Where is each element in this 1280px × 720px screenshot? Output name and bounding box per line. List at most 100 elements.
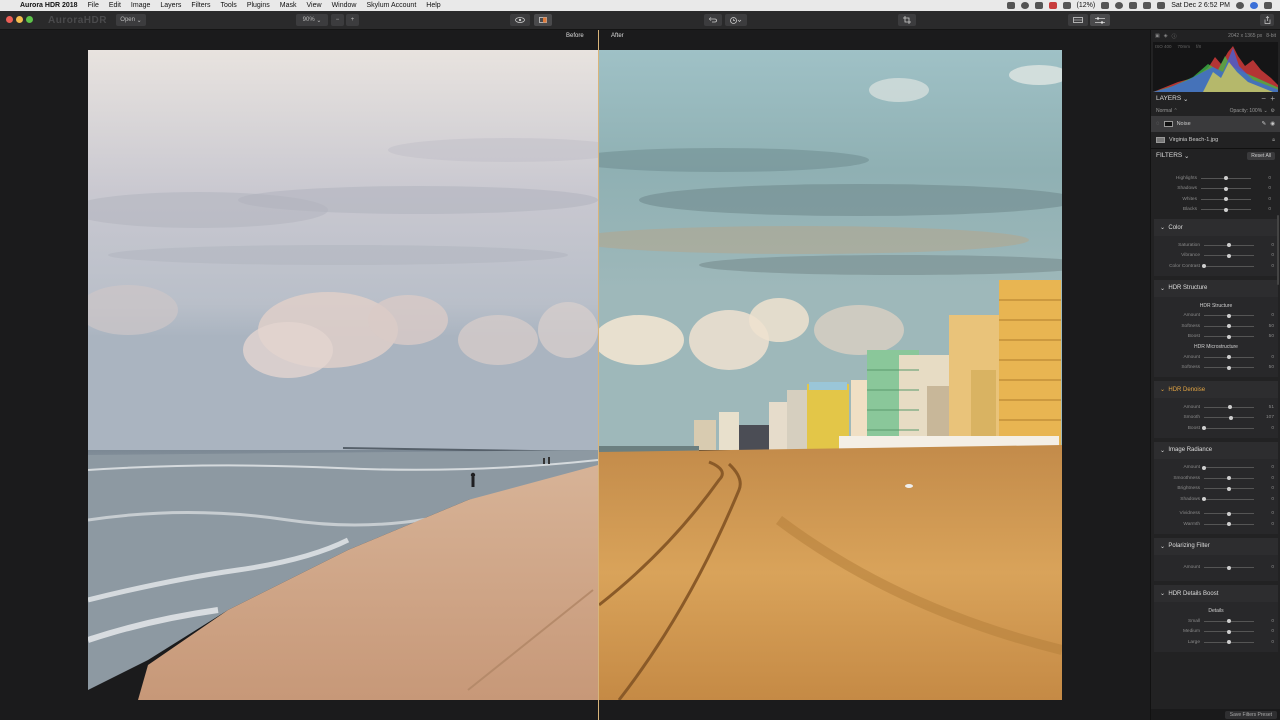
zoom-window-icon[interactable] [26, 16, 33, 23]
slider-track[interactable] [1204, 522, 1254, 527]
opacity-control[interactable]: Opacity: 100% ⌄ ⚙ [1230, 108, 1275, 114]
slider-value[interactable]: 0 [1254, 522, 1276, 527]
zoom-in-button[interactable]: + [346, 14, 359, 26]
menu-help[interactable]: Help [426, 2, 440, 9]
zoom-out-button[interactable]: − [331, 14, 344, 26]
menubar-clock[interactable]: Sat Dec 2 6:52 PM [1171, 2, 1230, 9]
slider-knob[interactable] [1224, 207, 1228, 212]
close-window-icon[interactable] [6, 16, 13, 23]
share-button[interactable] [1260, 14, 1274, 26]
remove-layer-icon[interactable]: − [1261, 94, 1266, 103]
slider-value[interactable]: 0 [1254, 465, 1276, 470]
menu-layers[interactable]: Layers [160, 2, 181, 9]
filter-polarizing-header[interactable]: ⌄ Polarizing Filter [1154, 537, 1278, 555]
slider-knob[interactable] [1227, 365, 1231, 370]
slider-track[interactable] [1204, 565, 1254, 570]
slider-value[interactable]: 0 [1254, 486, 1276, 491]
slider-value[interactable]: 0 [1254, 565, 1276, 570]
filter-hdr-details-boost-header[interactable]: ⌄ HDR Details Boost [1154, 585, 1278, 602]
slider-knob[interactable] [1227, 619, 1231, 624]
slider-track[interactable] [1204, 313, 1254, 318]
slider-value[interactable]: 0 [1254, 355, 1276, 360]
slider-track[interactable] [1204, 405, 1254, 410]
tray-sync-icon[interactable] [1020, 2, 1029, 9]
compare-button[interactable] [534, 14, 552, 26]
slider-track[interactable] [1204, 629, 1254, 634]
menu-file[interactable]: File [88, 2, 99, 9]
filter-image-radiance-header[interactable]: ⌄ Image Radiance [1154, 441, 1278, 459]
slider-knob[interactable] [1202, 497, 1206, 502]
slider-knob[interactable] [1227, 253, 1231, 258]
tray-bluetooth-icon[interactable] [1115, 2, 1124, 9]
slider-value[interactable]: 0 [1254, 313, 1276, 318]
slider-value[interactable]: 0 [1254, 511, 1276, 516]
brush-icon[interactable]: ✎ [1262, 121, 1267, 127]
siri-icon[interactable] [1250, 2, 1258, 9]
eye-icon[interactable]: ◉ [1270, 121, 1275, 127]
history-button[interactable] [725, 14, 747, 26]
slider-knob[interactable] [1227, 334, 1231, 339]
filter-hdr-denoise-header[interactable]: ⌄ HDR Denoise [1154, 381, 1278, 398]
slider-value[interactable]: 51 [1254, 405, 1276, 410]
slider-value[interactable]: 107 [1254, 415, 1276, 420]
slider-knob[interactable] [1227, 476, 1231, 481]
reset-all-button[interactable]: Reset All [1247, 151, 1275, 160]
slider-track[interactable] [1204, 334, 1254, 339]
menu-view[interactable]: View [307, 2, 322, 9]
open-button[interactable]: Open ⌄ [116, 14, 146, 26]
slider-track[interactable] [1204, 619, 1254, 624]
slider-value[interactable]: 50 [1254, 365, 1276, 370]
tray-cloud-icon[interactable] [1034, 2, 1043, 9]
slider-knob[interactable] [1228, 415, 1233, 420]
slider-track[interactable] [1204, 243, 1254, 248]
filters-list[interactable]: Highlights 0 Shadows 0 Whites 0 Blacks 0 ⌄ Colo… [1151, 173, 1280, 708]
slider-value[interactable]: 0 [1254, 619, 1276, 624]
filter-color-header[interactable]: ⌄ Color [1154, 219, 1278, 236]
menu-plugins[interactable]: Plugins [247, 2, 270, 9]
slider-track[interactable] [1201, 197, 1251, 202]
slider-track[interactable] [1204, 355, 1254, 360]
menu-image[interactable]: Image [131, 2, 150, 9]
slider-value[interactable]: 0 [1251, 207, 1273, 212]
wifi-icon[interactable] [1129, 2, 1138, 9]
slider-track[interactable] [1204, 324, 1254, 329]
menu-filters[interactable]: Filters [191, 2, 210, 9]
menu-mask[interactable]: Mask [280, 2, 297, 9]
slider-value[interactable]: 0 [1251, 197, 1273, 202]
slider-knob[interactable] [1202, 264, 1206, 269]
slider-knob[interactable] [1224, 176, 1228, 181]
zoom-select[interactable]: 90% ⌄ [296, 14, 328, 26]
tray-display-icon[interactable] [1062, 2, 1071, 9]
slider-value[interactable]: 50 [1254, 324, 1276, 329]
slider-value[interactable]: 0 [1254, 476, 1276, 481]
slider-knob[interactable] [1227, 355, 1231, 360]
slider-track[interactable] [1201, 207, 1251, 212]
slider-track[interactable] [1202, 264, 1254, 269]
tray-antivirus-icon[interactable] [1048, 2, 1057, 9]
minimize-window-icon[interactable] [16, 16, 23, 23]
layers-stack-icon[interactable]: ◈ [1164, 33, 1168, 39]
filters-scrollbar[interactable] [1277, 215, 1279, 285]
slider-value[interactable]: 0 [1254, 264, 1276, 269]
slider-knob[interactable] [1224, 197, 1228, 202]
menu-app-name[interactable]: Aurora HDR 2018 [20, 2, 78, 9]
slider-track[interactable] [1204, 253, 1254, 258]
slider-value[interactable]: 0 [1251, 186, 1273, 191]
notification-center-icon[interactable] [1264, 2, 1272, 9]
slider-track[interactable] [1202, 465, 1254, 470]
slider-knob[interactable] [1224, 186, 1228, 191]
crop-button[interactable] [898, 14, 916, 26]
tray-app-icon[interactable] [1006, 2, 1015, 9]
slider-track[interactable] [1204, 365, 1254, 370]
slider-knob[interactable] [1227, 522, 1231, 527]
menu-window[interactable]: Window [332, 2, 357, 9]
add-layer-icon[interactable]: + [1270, 94, 1275, 103]
menu-tools[interactable]: Tools [220, 2, 236, 9]
layer-row-noise[interactable]: ◌ Noise ✎ ◉ [1151, 116, 1280, 132]
image-canvas[interactable]: Before After [0, 30, 1150, 720]
slider-value[interactable]: 0 [1254, 426, 1276, 431]
slider-knob[interactable] [1227, 313, 1231, 318]
filters-header[interactable]: FILTERS ⌄ Reset All [1151, 148, 1280, 162]
menu-edit[interactable]: Edit [109, 2, 121, 9]
adjustments-panel-button[interactable] [1090, 14, 1110, 26]
